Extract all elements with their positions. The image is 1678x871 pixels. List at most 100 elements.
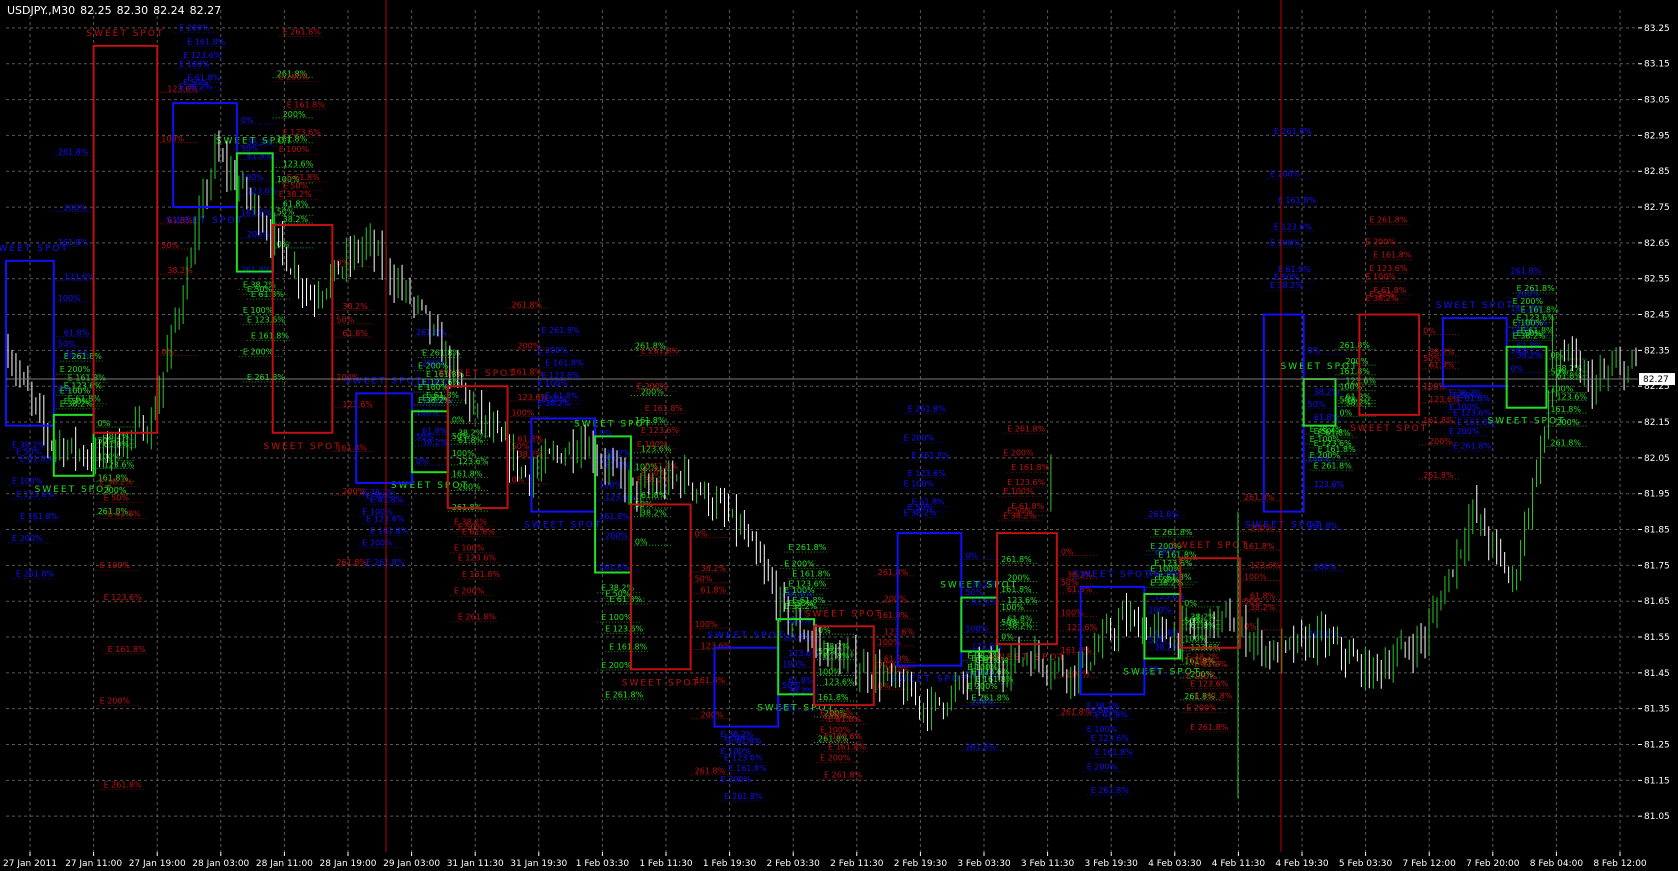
fib-level-label: 261.8%: [878, 568, 909, 577]
ext-level-label: E 123.6%: [247, 316, 286, 325]
y-tick-label: 82.05: [1644, 454, 1670, 464]
ext-level-label: E 61.8%: [20, 454, 53, 463]
ext-level-label: E 161.8%: [792, 569, 831, 578]
fib-level-label: 100%: [818, 668, 841, 677]
ext-level-label: E 161.8%: [1011, 463, 1050, 472]
fib-level-label: 123.6%: [1250, 561, 1281, 570]
x-tick-label: 28 Jan 03:00: [192, 859, 249, 869]
y-tick-label: 81.25: [1644, 741, 1670, 751]
ext-level-label: E 123.6%: [788, 580, 827, 589]
ext-level-label: E 261.8%: [64, 352, 103, 361]
fib-level-label: 61.8%: [641, 491, 667, 500]
y-tick-label: 81.45: [1644, 669, 1670, 679]
ext-level-label: E 61.8%: [1521, 327, 1554, 336]
ext-level-label: E 261.8%: [1190, 723, 1229, 732]
fib-level-label: 123.6%: [342, 400, 373, 409]
y-tick-label: 82.65: [1644, 239, 1670, 249]
sweet-spot-label: SWEET SPOT: [1171, 541, 1249, 551]
y-tick-label: 81.75: [1644, 561, 1670, 571]
ext-level-label: E 161.8%: [609, 643, 648, 652]
ext-level-label: E 100%: [100, 561, 131, 570]
zone-box-blue: [1262, 313, 1305, 513]
fib-level-label: 161.8%: [599, 512, 630, 521]
x-tick-label: 3 Feb 11:30: [1021, 859, 1075, 869]
ext-level-label: E 61.8%: [545, 391, 578, 400]
fib-level-label: 123.6%: [64, 273, 95, 282]
ext-level-label: E 200%: [721, 775, 752, 784]
price-chart[interactable]: 0%38.2%50%61.8%100%123.6%161.8%200%261.8…: [0, 0, 1678, 871]
fib-level-label: 261.8%: [1550, 439, 1581, 448]
ext-level-label: E 200%: [601, 661, 632, 670]
sweet-spot-label: SWEET SPOT: [264, 442, 342, 452]
y-tick-label: 83.05: [1644, 96, 1670, 106]
ext-level-label: E 261.8%: [725, 792, 764, 801]
ext-level-label: E 123.6%: [183, 51, 222, 60]
ext-level-label: E 261.8%: [458, 613, 497, 622]
fib-level-label: 50%: [161, 241, 179, 250]
ext-level-label: E 50%: [283, 182, 309, 191]
fib-level-label: 261.8%: [1423, 471, 1454, 480]
sweet-spot-label: SWEET SPOT: [1245, 521, 1323, 531]
fib-level-label: 0%: [241, 116, 254, 125]
ext-level-label: E 261.8%: [1314, 461, 1353, 470]
ext-level-label: E 261.8%: [422, 348, 461, 357]
ext-level-label: E 61.8%: [1373, 286, 1406, 295]
ext-level-label: E 100%: [637, 440, 668, 449]
ext-level-label: E 61.8%: [912, 497, 945, 506]
fib-level-label: 200%: [1314, 563, 1337, 572]
zone-box-red: [271, 223, 334, 434]
ext-level-label: E 61.8%: [370, 495, 403, 504]
fib-level-label: 0%: [452, 415, 465, 424]
ext-level-label: E 161.8%: [68, 373, 107, 382]
fib-level-label: 161.8%: [818, 693, 849, 702]
fib-level-label: 0%: [1001, 633, 1014, 642]
ext-level-label: E 200%: [1003, 448, 1034, 457]
ext-level-label: E 161.8%: [20, 512, 59, 521]
x-tick-label: 2 Feb 11:30: [830, 859, 884, 869]
ext-level-label: E 200%: [537, 346, 568, 355]
ext-level-label: E 38.2%: [279, 190, 312, 199]
ext-level-label: E 123.6%: [1369, 264, 1408, 273]
fib-level-label: 100%: [241, 173, 264, 182]
fib-level-label: 50%: [277, 207, 295, 216]
sweet-spot-label: SWEET SPOT: [86, 29, 164, 39]
fib-level-label: 61.8%: [342, 329, 368, 338]
ext-level-label: E 261.8%: [1007, 424, 1046, 433]
fib-level-label: 100%: [512, 409, 535, 418]
ext-level-label: E 100%: [1003, 487, 1034, 496]
fib-level-label: 261.8%: [512, 300, 543, 309]
ext-level-label: E 200%: [454, 586, 485, 595]
fib-level-label: 200%: [701, 711, 724, 720]
x-tick-label: 1 Feb 19:30: [703, 859, 757, 869]
ext-level-label: E 61.8%: [828, 715, 861, 724]
ext-level-label: E 261.8%: [1154, 528, 1193, 537]
ext-level-label: E 261.8%: [1453, 442, 1492, 451]
ext-level-label: E 261.8%: [824, 770, 863, 779]
ext-level-label: E 61.8%: [1457, 394, 1490, 403]
fib-level-label: 0%: [1339, 408, 1352, 417]
ext-level-label: E 123.6%: [458, 554, 497, 563]
ext-level-label: E 61.8%: [729, 737, 762, 746]
fib-level-label: 50%: [695, 575, 713, 584]
ext-level-label: E 123.6%: [1517, 313, 1556, 322]
fib-level-label: 0%: [98, 419, 111, 428]
fib-level-label: 123.6%: [1067, 623, 1098, 632]
fib-level-label: 0%: [1308, 346, 1321, 355]
fib-level-label: 0%: [1061, 547, 1074, 556]
y-tick-label: 82.45: [1644, 311, 1670, 321]
sweet-spot-label: SWEET SPOT: [707, 631, 785, 641]
sweet-spot-label: SWEET SPOT: [0, 244, 69, 254]
ext-level-label: E 261.8%: [605, 690, 644, 699]
ext-level-label: E 161.8%: [462, 570, 501, 579]
chart-window[interactable]: USDJPY.,M30 82.25 82.30 82.24 82.27 0% 38.2% 5…: [0, 0, 1678, 871]
x-tick-label: 4 Feb 19:30: [1275, 859, 1329, 869]
ext-level-label: E 200%: [1365, 237, 1396, 246]
fib-level-label: 61.8%: [701, 585, 727, 594]
fib-level-label: 261.8%: [1001, 555, 1032, 564]
x-tick-label: 28 Jan 11:00: [256, 859, 313, 869]
fib-level-label: 261.8%: [965, 743, 996, 752]
sweet-spot-label: SWEET SPOT: [524, 521, 602, 531]
fib-level-label: 261.8%: [241, 266, 272, 275]
fib-level-label: 0%: [695, 529, 708, 538]
ext-level-label: E 50%: [104, 494, 130, 503]
